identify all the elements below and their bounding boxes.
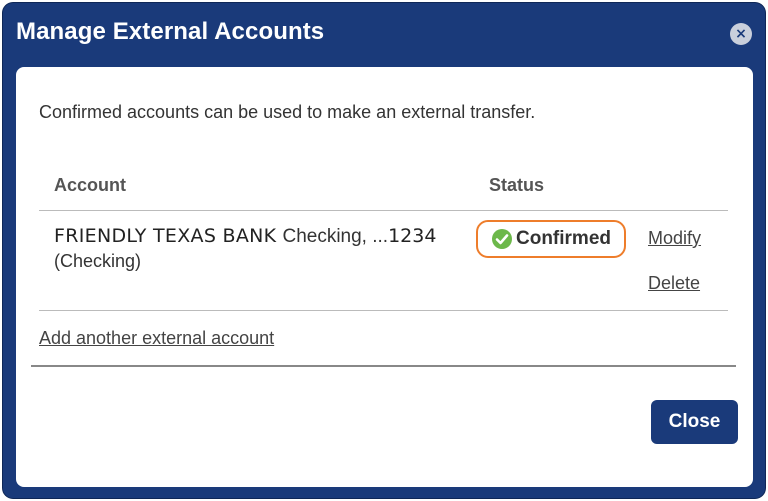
add-external-account-link[interactable]: Add another external account — [39, 328, 274, 349]
status-badge: Confirmed — [476, 220, 626, 258]
column-header-status: Status — [489, 175, 545, 195]
table-row-divider — [39, 310, 728, 311]
intro-text: Confirmed accounts can be used to make a… — [39, 102, 536, 122]
status-text: Confirmed — [516, 228, 611, 249]
column-header-account: Account — [54, 175, 126, 195]
manage-external-accounts-dialog: Manage External Accounts × Confirmed acc… — [3, 3, 765, 498]
account-name: FRIENDLY TEXAS BANK Checking, ...1234 — [54, 225, 436, 248]
footer-divider — [31, 365, 736, 367]
close-button[interactable]: Close — [651, 400, 738, 444]
check-circle-icon — [492, 229, 512, 249]
account-number: 1234 — [388, 225, 437, 247]
dialog-content-panel: Confirmed accounts can be used to make a… — [16, 67, 753, 487]
dialog-title: Manage External Accounts — [16, 18, 325, 45]
dialog-title-bar: Manage External Accounts × — [3, 3, 765, 65]
bank-name: FRIENDLY TEXAS BANK — [54, 225, 277, 247]
account-kind: (Checking) — [54, 251, 142, 271]
delete-link[interactable]: Delete — [648, 273, 700, 294]
table-header-divider — [39, 210, 728, 211]
modify-link[interactable]: Modify — [648, 228, 701, 249]
close-icon[interactable]: × — [730, 23, 752, 45]
account-type: Checking, ... — [282, 226, 389, 247]
